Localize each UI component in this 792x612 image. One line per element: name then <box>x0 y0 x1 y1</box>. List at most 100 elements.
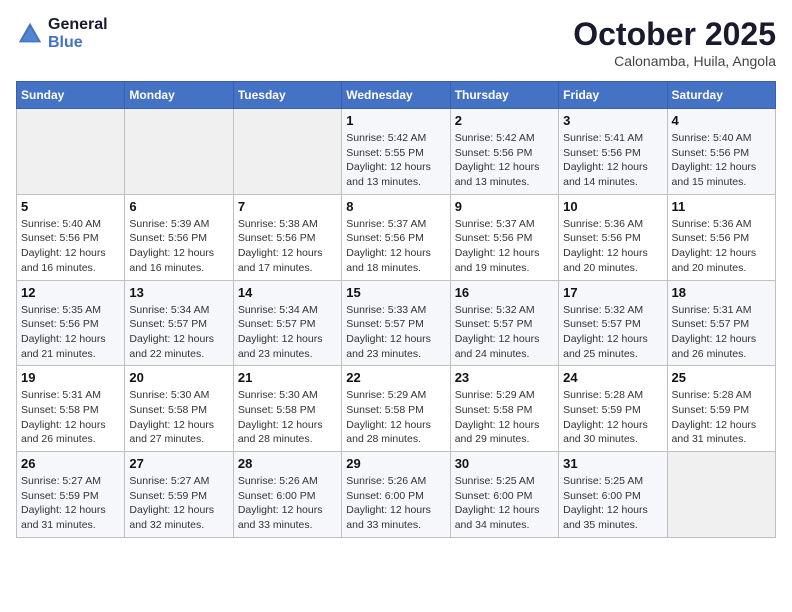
day-info: Sunrise: 5:27 AM Sunset: 5:59 PM Dayligh… <box>129 474 228 533</box>
calendar-cell: 5 Sunrise: 5:40 AM Sunset: 5:56 PM Daylig… <box>17 194 125 280</box>
weekday-header-saturday: Saturday <box>667 82 775 109</box>
calendar-cell: 9 Sunrise: 5:37 AM Sunset: 5:56 PM Daylig… <box>450 194 558 280</box>
day-info: Sunrise: 5:37 AM Sunset: 5:56 PM Dayligh… <box>455 217 554 276</box>
calendar-header: SundayMondayTuesdayWednesdayThursdayFrid… <box>17 82 776 109</box>
day-number: 8 <box>346 199 445 214</box>
calendar-table: SundayMondayTuesdayWednesdayThursdayFrid… <box>16 81 776 538</box>
day-number: 17 <box>563 285 662 300</box>
day-number: 2 <box>455 113 554 128</box>
calendar-cell: 19 Sunrise: 5:31 AM Sunset: 5:58 PM Dayli… <box>17 366 125 452</box>
calendar-cell: 4Sunrise: 5:40 AM Sunset: 5:56 PM Daylig… <box>667 109 775 195</box>
location-subtitle: Calonamba, Huila, Angola <box>573 53 776 69</box>
calendar-cell: 18 Sunrise: 5:31 AM Sunset: 5:57 PM Dayli… <box>667 280 775 366</box>
day-info: Sunrise: 5:25 AM Sunset: 6:00 PM Dayligh… <box>563 474 662 533</box>
day-info: Sunrise: 5:37 AM Sunset: 5:56 PM Dayligh… <box>346 217 445 276</box>
day-number: 30 <box>455 456 554 471</box>
day-info: Sunrise: 5:29 AM Sunset: 5:58 PM Dayligh… <box>346 388 445 447</box>
day-number: 23 <box>455 370 554 385</box>
day-number: 22 <box>346 370 445 385</box>
day-info: Sunrise: 5:31 AM Sunset: 5:57 PM Dayligh… <box>672 303 771 362</box>
day-info: Sunrise: 5:36 AM Sunset: 5:56 PM Dayligh… <box>672 217 771 276</box>
day-number: 1 <box>346 113 445 128</box>
weekday-header-sunday: Sunday <box>17 82 125 109</box>
day-info: Sunrise: 5:32 AM Sunset: 5:57 PM Dayligh… <box>563 303 662 362</box>
week-row-5: 26 Sunrise: 5:27 AM Sunset: 5:59 PM Dayli… <box>17 452 776 538</box>
logo-icon <box>16 20 44 48</box>
day-info: Sunrise: 5:39 AM Sunset: 5:56 PM Dayligh… <box>129 217 228 276</box>
calendar-cell: 10Sunrise: 5:36 AM Sunset: 5:56 PM Dayli… <box>559 194 667 280</box>
day-info: Sunrise: 5:27 AM Sunset: 5:59 PM Dayligh… <box>21 474 120 533</box>
day-number: 27 <box>129 456 228 471</box>
day-number: 13 <box>129 285 228 300</box>
calendar-cell: 29Sunrise: 5:26 AM Sunset: 6:00 PM Dayli… <box>342 452 450 538</box>
day-number: 15 <box>346 285 445 300</box>
day-number: 28 <box>238 456 337 471</box>
day-number: 19 <box>21 370 120 385</box>
day-info: Sunrise: 5:30 AM Sunset: 5:58 PM Dayligh… <box>129 388 228 447</box>
day-info: Sunrise: 5:35 AM Sunset: 5:56 PM Dayligh… <box>21 303 120 362</box>
calendar-cell <box>667 452 775 538</box>
day-number: 20 <box>129 370 228 385</box>
weekday-header-wednesday: Wednesday <box>342 82 450 109</box>
weekday-header-thursday: Thursday <box>450 82 558 109</box>
day-info: Sunrise: 5:42 AM Sunset: 5:56 PM Dayligh… <box>455 131 554 190</box>
day-number: 16 <box>455 285 554 300</box>
calendar-cell: 17 Sunrise: 5:32 AM Sunset: 5:57 PM Dayli… <box>559 280 667 366</box>
calendar-cell: 12 Sunrise: 5:35 AM Sunset: 5:56 PM Dayli… <box>17 280 125 366</box>
calendar-cell: 31 Sunrise: 5:25 AM Sunset: 6:00 PM Dayli… <box>559 452 667 538</box>
calendar-cell: 1 Sunrise: 5:42 AM Sunset: 5:55 PM Daylig… <box>342 109 450 195</box>
day-number: 24 <box>563 370 662 385</box>
week-row-1: 1 Sunrise: 5:42 AM Sunset: 5:55 PM Daylig… <box>17 109 776 195</box>
day-info: Sunrise: 5:41 AM Sunset: 5:56 PM Dayligh… <box>563 131 662 190</box>
day-info: Sunrise: 5:34 AM Sunset: 5:57 PM Dayligh… <box>129 303 228 362</box>
day-number: 5 <box>21 199 120 214</box>
calendar-cell: 23Sunrise: 5:29 AM Sunset: 5:58 PM Dayli… <box>450 366 558 452</box>
day-number: 7 <box>238 199 337 214</box>
weekday-row: SundayMondayTuesdayWednesdayThursdayFrid… <box>17 82 776 109</box>
week-row-4: 19 Sunrise: 5:31 AM Sunset: 5:58 PM Dayli… <box>17 366 776 452</box>
calendar-cell: 28 Sunrise: 5:26 AM Sunset: 6:00 PM Dayli… <box>233 452 341 538</box>
calendar-cell: 13 Sunrise: 5:34 AM Sunset: 5:57 PM Dayli… <box>125 280 233 366</box>
day-info: Sunrise: 5:42 AM Sunset: 5:55 PM Dayligh… <box>346 131 445 190</box>
day-number: 18 <box>672 285 771 300</box>
weekday-header-friday: Friday <box>559 82 667 109</box>
calendar-cell: 8 Sunrise: 5:37 AM Sunset: 5:56 PM Daylig… <box>342 194 450 280</box>
calendar-cell: 30 Sunrise: 5:25 AM Sunset: 6:00 PM Dayli… <box>450 452 558 538</box>
day-number: 9 <box>455 199 554 214</box>
day-number: 11 <box>672 199 771 214</box>
day-info: Sunrise: 5:26 AM Sunset: 6:00 PM Dayligh… <box>238 474 337 533</box>
logo: General Blue <box>16 16 108 51</box>
calendar-cell: 22 Sunrise: 5:29 AM Sunset: 5:58 PM Dayli… <box>342 366 450 452</box>
day-info: Sunrise: 5:26 AM Sunset: 6:00 PM Dayligh… <box>346 474 445 533</box>
day-info: Sunrise: 5:40 AM Sunset: 5:56 PM Dayligh… <box>672 131 771 190</box>
calendar-cell: 6 Sunrise: 5:39 AM Sunset: 5:56 PM Daylig… <box>125 194 233 280</box>
day-info: Sunrise: 5:25 AM Sunset: 6:00 PM Dayligh… <box>455 474 554 533</box>
day-info: Sunrise: 5:31 AM Sunset: 5:58 PM Dayligh… <box>21 388 120 447</box>
calendar-cell <box>233 109 341 195</box>
calendar-cell <box>17 109 125 195</box>
calendar-cell: 25 Sunrise: 5:28 AM Sunset: 5:59 PM Dayli… <box>667 366 775 452</box>
day-info: Sunrise: 5:28 AM Sunset: 5:59 PM Dayligh… <box>672 388 771 447</box>
day-number: 14 <box>238 285 337 300</box>
calendar-cell: 14Sunrise: 5:34 AM Sunset: 5:57 PM Dayli… <box>233 280 341 366</box>
calendar-cell: 2 Sunrise: 5:42 AM Sunset: 5:56 PM Daylig… <box>450 109 558 195</box>
calendar-body: 1 Sunrise: 5:42 AM Sunset: 5:55 PM Daylig… <box>17 109 776 538</box>
day-number: 3 <box>563 113 662 128</box>
calendar-cell: 24 Sunrise: 5:28 AM Sunset: 5:59 PM Dayli… <box>559 366 667 452</box>
logo-general: General <box>48 16 108 34</box>
page-header: General Blue October 2025 Calonamba, Hui… <box>16 16 776 69</box>
day-info: Sunrise: 5:28 AM Sunset: 5:59 PM Dayligh… <box>563 388 662 447</box>
week-row-2: 5 Sunrise: 5:40 AM Sunset: 5:56 PM Daylig… <box>17 194 776 280</box>
day-number: 12 <box>21 285 120 300</box>
day-number: 31 <box>563 456 662 471</box>
day-info: Sunrise: 5:30 AM Sunset: 5:58 PM Dayligh… <box>238 388 337 447</box>
day-info: Sunrise: 5:32 AM Sunset: 5:57 PM Dayligh… <box>455 303 554 362</box>
day-number: 25 <box>672 370 771 385</box>
day-number: 26 <box>21 456 120 471</box>
day-number: 6 <box>129 199 228 214</box>
day-number: 21 <box>238 370 337 385</box>
day-number: 10 <box>563 199 662 214</box>
calendar-cell: 26 Sunrise: 5:27 AM Sunset: 5:59 PM Dayli… <box>17 452 125 538</box>
day-info: Sunrise: 5:40 AM Sunset: 5:56 PM Dayligh… <box>21 217 120 276</box>
calendar-cell: 21 Sunrise: 5:30 AM Sunset: 5:58 PM Dayli… <box>233 366 341 452</box>
